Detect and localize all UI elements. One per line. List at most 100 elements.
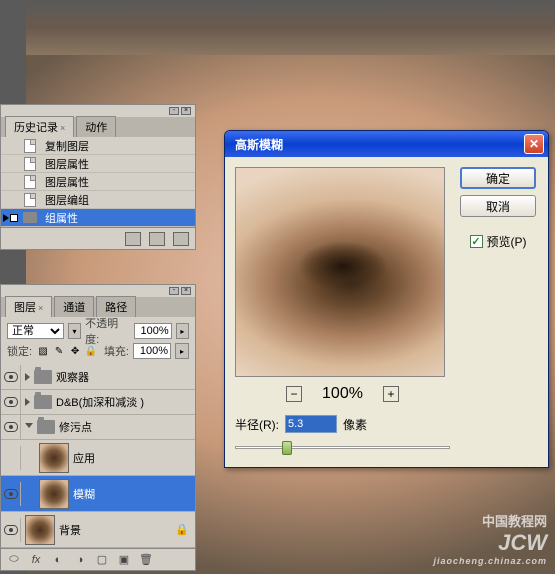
fill-input[interactable]	[133, 343, 171, 359]
layer-group[interactable]: 观察器	[1, 365, 195, 390]
visibility-toggle[interactable]	[1, 518, 21, 542]
tab-label: 动作	[85, 122, 107, 134]
radius-slider[interactable]	[235, 439, 450, 457]
history-item[interactable]: 图层属性	[1, 155, 195, 173]
disclosure-open-icon[interactable]	[25, 423, 33, 432]
lock-all-icon[interactable]: 🔒	[84, 344, 98, 358]
cancel-button[interactable]: 取消	[460, 195, 536, 217]
layer-item[interactable]: 应用	[1, 440, 195, 476]
adjust-icon[interactable]: ◑	[71, 552, 89, 568]
zoom-in-button[interactable]: +	[383, 386, 399, 402]
link-icon[interactable]: ⬭	[5, 552, 23, 568]
new-snapshot-icon[interactable]	[125, 232, 141, 246]
gaussian-blur-dialog: 高斯模糊 ✕ − 100% + 半径(R): 像素 确定 取消	[224, 130, 549, 468]
lock-move-icon[interactable]: ✥	[68, 344, 82, 358]
close-button[interactable]: ✕	[524, 134, 544, 154]
folder-icon	[37, 420, 55, 434]
doc-icon	[21, 175, 39, 189]
layer-label: 背景	[59, 522, 81, 538]
history-footer	[1, 227, 195, 249]
opacity-input[interactable]	[134, 323, 172, 339]
history-label: 组属性	[45, 210, 78, 226]
preview-label: 预览(P)	[487, 233, 527, 250]
radius-unit: 像素	[343, 416, 367, 433]
fill-label: 填充:	[104, 343, 129, 359]
trash-icon[interactable]	[173, 232, 189, 246]
tab-close-icon[interactable]: ×	[60, 123, 65, 133]
preview-image[interactable]	[235, 167, 445, 377]
layer-label: D&B(加深和减淡 )	[56, 394, 144, 410]
lock-trans-icon[interactable]: ▧	[36, 344, 50, 358]
layer-group[interactable]: 修污点	[1, 415, 195, 440]
history-marker-icon	[3, 214, 18, 222]
preview-checkbox-row: ✓ 预览(P)	[470, 233, 527, 250]
disclosure-icon[interactable]	[25, 398, 30, 406]
mask-icon[interactable]: ◐	[49, 552, 67, 568]
layer-label: 观察器	[56, 369, 89, 385]
layer-item[interactable]: 背景 🔒	[1, 512, 195, 548]
history-label: 图层属性	[45, 156, 89, 172]
watermark-sub: jiaocheng.chinaz.com	[433, 556, 547, 566]
slider-thumb[interactable]	[282, 441, 292, 455]
visibility-toggle[interactable]	[1, 365, 21, 389]
history-item-selected[interactable]: 组属性	[1, 209, 195, 227]
blend-mode-menu-icon[interactable]: ▾	[68, 323, 81, 339]
button-column: 确定 取消 ✓ 预览(P)	[458, 167, 538, 457]
tab-layers[interactable]: 图层×	[5, 296, 52, 317]
history-item[interactable]: 图层编组	[1, 191, 195, 209]
new-layer-icon[interactable]: ▣	[115, 552, 133, 568]
layer-label: 修污点	[59, 419, 92, 435]
history-label: 图层属性	[45, 174, 89, 190]
dialog-titlebar[interactable]: 高斯模糊 ✕	[225, 131, 548, 157]
doc-icon	[21, 139, 39, 153]
visibility-toggle[interactable]	[1, 390, 21, 414]
history-label: 图层编组	[45, 192, 89, 208]
group-icon[interactable]: ▢	[93, 552, 111, 568]
btn-label: 取消	[486, 198, 510, 215]
panel-close-icon[interactable]: ×	[181, 107, 191, 115]
tab-actions[interactable]: 动作	[76, 116, 116, 137]
lock-paint-icon[interactable]: ✎	[52, 344, 66, 358]
layer-group[interactable]: D&B(加深和减淡 )	[1, 390, 195, 415]
tab-close-icon[interactable]: ×	[38, 303, 43, 313]
layer-label: 应用	[73, 450, 95, 466]
doc-icon	[21, 193, 39, 207]
new-doc-icon[interactable]	[149, 232, 165, 246]
lock-icon: 🔒	[175, 523, 189, 536]
layers-footer: ⬭ fx ◐ ◑ ▢ ▣ 🗑	[1, 548, 195, 570]
folder-icon	[34, 395, 52, 409]
layers-panel: - × 图层× 通道 路径 正常 ▾ 不透明度: ▸ 锁定: ▧ ✎ ✥ 🔒 填…	[0, 284, 196, 571]
tab-label: 通道	[63, 302, 85, 314]
panel-minimize-icon[interactable]: -	[169, 107, 179, 115]
history-label: 复制图层	[45, 138, 89, 154]
history-item[interactable]: 图层属性	[1, 173, 195, 191]
zoom-out-button[interactable]: −	[286, 386, 302, 402]
trash-icon[interactable]: 🗑	[137, 552, 155, 568]
visibility-toggle[interactable]	[1, 446, 21, 470]
layer-item-selected[interactable]: 模糊	[1, 476, 195, 512]
opacity-menu-icon[interactable]: ▸	[176, 323, 189, 339]
tab-history[interactable]: 历史记录×	[5, 116, 74, 137]
ok-button[interactable]: 确定	[460, 167, 536, 189]
panel-minimize-icon[interactable]: -	[169, 287, 179, 295]
zoom-controls: − 100% +	[235, 385, 450, 403]
watermark-en: JCW	[498, 530, 547, 555]
visibility-toggle[interactable]	[1, 415, 21, 439]
eye-icon	[4, 525, 18, 535]
blend-mode-select[interactable]: 正常	[7, 323, 64, 339]
tab-paths[interactable]: 路径	[96, 296, 136, 317]
radius-input[interactable]	[285, 415, 337, 433]
visibility-toggle[interactable]	[1, 482, 21, 506]
folder-icon	[34, 370, 52, 384]
preview-checkbox[interactable]: ✓	[470, 235, 483, 248]
fx-icon[interactable]: fx	[27, 552, 45, 568]
eye-icon	[4, 397, 18, 407]
tab-channels[interactable]: 通道	[54, 296, 94, 317]
fill-menu-icon[interactable]: ▸	[175, 343, 189, 359]
disclosure-icon[interactable]	[25, 373, 30, 381]
folder-icon	[21, 211, 39, 225]
layer-list: 观察器 D&B(加深和减淡 ) 修污点 应用 模糊 背景 🔒	[1, 365, 195, 548]
history-item[interactable]: 复制图层	[1, 137, 195, 155]
panel-close-icon[interactable]: ×	[181, 287, 191, 295]
eye-icon	[4, 489, 18, 499]
